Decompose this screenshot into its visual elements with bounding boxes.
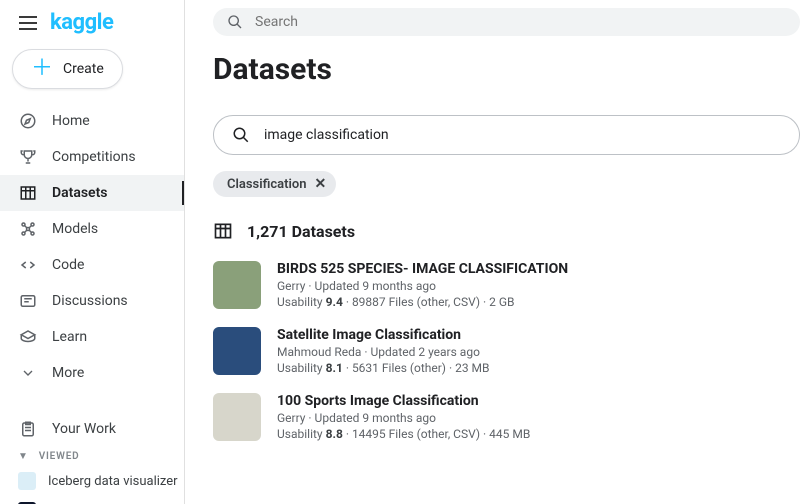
result-thumb <box>213 261 261 309</box>
primary-nav: Home Competitions Datasets Models Code D… <box>0 103 184 391</box>
chip-label: Classification <box>227 177 307 192</box>
result-byline: Mahmoud Reda · Updated 2 years ago <box>277 345 490 359</box>
viewed-item[interactable]: Iceberg data visualizer <box>0 466 184 496</box>
nav-item-datasets[interactable]: Datasets <box>0 175 184 211</box>
result-title[interactable]: 100 Sports Image Classification <box>277 393 530 409</box>
result-title[interactable]: Satellite Image Classification <box>277 327 490 343</box>
create-button-label: Create <box>63 61 104 77</box>
discussions-icon <box>18 291 38 311</box>
learn-icon <box>18 327 38 347</box>
global-search-input[interactable] <box>255 14 786 30</box>
models-icon <box>18 219 38 239</box>
result-stats: Usability 8.8 · 14495 Files (other, CSV)… <box>277 427 530 441</box>
nav-label: Models <box>52 221 98 237</box>
compass-icon <box>18 111 38 131</box>
nav-label: Your Work <box>52 421 116 437</box>
filter-chip-classification[interactable]: Classification ✕ <box>213 171 336 197</box>
nav-item-home[interactable]: Home <box>0 103 184 139</box>
sidebar: kaggle ＋ Create Home Competitions Datase… <box>0 0 185 504</box>
chevron-down-icon <box>18 363 38 383</box>
hamburger-menu-button[interactable] <box>16 11 40 35</box>
nav-label: Home <box>52 113 90 129</box>
viewed-label: Iceberg data visualizer <box>48 474 178 489</box>
nav-label: Competitions <box>52 149 136 165</box>
create-button[interactable]: ＋ Create <box>12 49 123 89</box>
global-search-bar <box>185 0 800 44</box>
result-byline: Gerry · Updated 9 months ago <box>277 411 530 425</box>
code-icon <box>18 255 38 275</box>
filter-chip-row: Classification ✕ <box>213 171 800 197</box>
trophy-icon <box>18 147 38 167</box>
viewed-list: Iceberg data visualizer waste_pictures D… <box>0 466 184 504</box>
table-icon <box>213 221 233 241</box>
nav-item-more[interactable]: More <box>0 355 184 391</box>
nav-item-discussions[interactable]: Discussions <box>0 283 184 319</box>
result-thumb <box>213 327 261 375</box>
nav-label: Code <box>52 257 84 273</box>
result-stats: Usability 8.1 · 5631 Files (other) · 23 … <box>277 361 490 375</box>
result-list: BIRDS 525 SPECIES- IMAGE CLASSIFICATION … <box>213 261 800 441</box>
search-icon <box>232 126 250 144</box>
table-icon <box>18 183 38 203</box>
kaggle-logo[interactable]: kaggle <box>50 10 113 35</box>
nav-item-competitions[interactable]: Competitions <box>0 139 184 175</box>
result-title[interactable]: BIRDS 525 SPECIES- IMAGE CLASSIFICATION <box>277 261 568 277</box>
nav-item-learn[interactable]: Learn <box>0 319 184 355</box>
nav-item-models[interactable]: Models <box>0 211 184 247</box>
dataset-search-input[interactable] <box>264 127 781 143</box>
dataset-search-bar[interactable] <box>213 115 800 155</box>
results-header: 1,271 Datasets <box>213 221 800 241</box>
viewed-section-header[interactable]: ▼ VIEWED <box>0 447 184 466</box>
main: Datasets Classification ✕ 1,271 Datasets… <box>185 0 800 504</box>
viewed-thumb <box>18 472 36 490</box>
page-title: Datasets <box>213 52 800 87</box>
nav-item-code[interactable]: Code <box>0 247 184 283</box>
result-byline: Gerry · Updated 9 months ago <box>277 279 568 293</box>
global-search-input-wrap[interactable] <box>213 8 800 36</box>
hamburger-icon <box>19 16 37 30</box>
results-count: 1,271 Datasets <box>247 222 355 241</box>
nav-item-your-work[interactable]: Your Work <box>0 411 184 447</box>
plus-icon: ＋ <box>31 58 53 80</box>
result-item[interactable]: 100 Sports Image Classification Gerry · … <box>213 393 800 441</box>
nav-label: Learn <box>52 329 87 345</box>
nav-label: Datasets <box>52 185 108 201</box>
clipboard-icon <box>18 419 38 439</box>
nav-label: More <box>52 365 84 381</box>
viewed-item[interactable]: waste_pictures <box>0 496 184 504</box>
search-icon <box>227 14 243 30</box>
result-item[interactable]: BIRDS 525 SPECIES- IMAGE CLASSIFICATION … <box>213 261 800 309</box>
close-icon[interactable]: ✕ <box>315 176 327 192</box>
caret-down-icon: ▼ <box>18 451 29 462</box>
result-stats: Usability 9.4 · 89887 Files (other, CSV)… <box>277 295 568 309</box>
nav-label: Discussions <box>52 293 128 309</box>
result-thumb <box>213 393 261 441</box>
result-item[interactable]: Satellite Image Classification Mahmoud R… <box>213 327 800 375</box>
